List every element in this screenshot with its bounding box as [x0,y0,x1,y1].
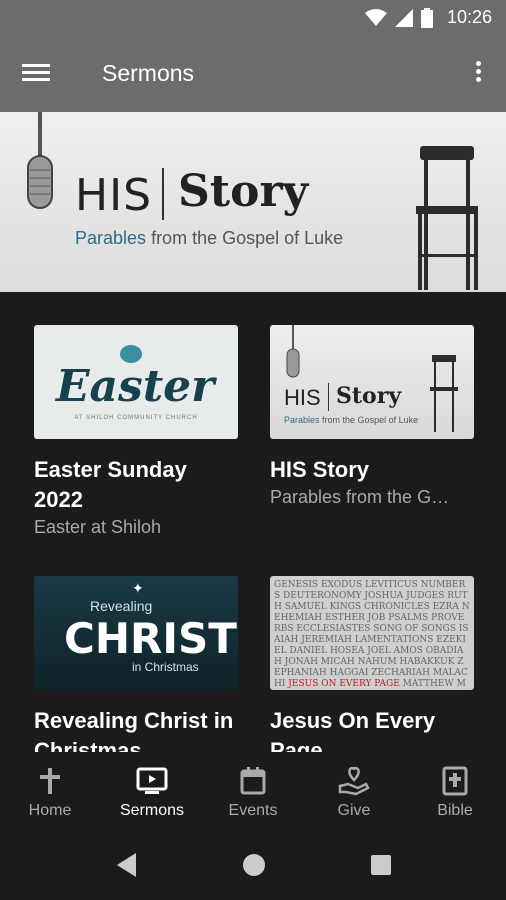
sermon-thumbnail: GENESIS EXODUS LEVITICUS NUMBERS DEUTERO… [270,576,474,690]
cross-icon [40,768,60,794]
hero-title-his: HIS [75,170,152,221]
thumb-his: HIS [284,385,321,410]
nav-label: Home [28,802,72,819]
hero-subtitle-accent: Parables [75,228,147,248]
thumb-books-old: GENESIS EXODUS LEVITICUS NUMBERS DEUTERO… [274,580,470,689]
thumb-subtitle-rest: from the Gospel of Luke [322,415,419,425]
thumb-christ: CHRIST [64,614,237,663]
sermon-subtitle: Parables from the G… [270,487,450,507]
sermon-thumbnail: Easter AT SHILOH COMMUNITY CHURCH [34,325,238,439]
system-nav-bar [0,832,506,900]
nav-events[interactable]: Events [203,766,303,820]
sermon-thumbnail: ✦ Revealing CHRIST in Christmas [34,576,238,690]
menu-icon[interactable] [22,60,58,88]
sermon-title: Easter Sunday 2022 [34,457,187,512]
battery-icon [420,7,433,28]
tv-icon [136,767,168,794]
nav-label: Give [337,802,371,819]
sermon-thumbnail: HIS Story Parables from the Gospel of Lu… [270,325,474,439]
sermon-card[interactable]: ✦ Revealing CHRIST in Christmas Revealin… [34,576,240,766]
thumb-subtitle: Parables from the Gospel of Luke [284,415,418,425]
star-icon: ✦ [132,580,144,596]
nav-label: Sermons [119,802,185,819]
nav-bible[interactable]: Bible [405,766,505,820]
chair-icon [430,355,458,432]
thumb-in-christmas: in Christmas [132,660,199,674]
thumb-bible-books: GENESIS EXODUS LEVITICUS NUMBERS DEUTERO… [274,580,470,690]
back-icon[interactable] [116,852,138,878]
nav-give[interactable]: Give [304,766,404,820]
microphone-icon [286,325,300,378]
sermon-title: HIS Story [270,457,370,482]
hero-divider [162,168,164,220]
microphone-icon [27,112,53,209]
sermon-card[interactable]: Easter AT SHILOH COMMUNITY CHURCH Easter… [34,325,240,538]
nav-sermons[interactable]: Sermons [102,766,202,820]
thumb-easter-word: Easter [56,361,215,412]
nav-home[interactable]: Home [0,766,100,820]
thumb-divider [328,383,329,411]
cell-signal-icon [394,8,413,27]
status-icons: 10:26 [364,7,492,28]
app-bar: Sermons [0,36,506,112]
thumb-subtitle-accent: Parables [284,415,320,425]
wifi-icon [364,8,387,26]
home-circle-icon[interactable] [242,852,266,878]
thumb-revealing: Revealing [90,598,153,614]
thumb-story: Story [336,383,402,409]
recents-icon[interactable] [370,852,392,878]
sermon-subtitle: Easter at Shiloh [34,517,162,537]
hero-subtitle-rest: from the Gospel of Luke [151,228,344,248]
bottom-nav: Home Sermons Events Give Bible [0,752,506,832]
calendar-icon [240,767,266,795]
sermon-card[interactable]: HIS Story Parables from the Gospel of Lu… [270,325,476,508]
sermon-card[interactable]: GENESIS EXODUS LEVITICUS NUMBERS DEUTERO… [270,576,476,766]
chair-icon [416,146,478,290]
featured-series-banner[interactable]: HIS Story Parables from the Gospel of Lu… [0,112,506,292]
give-heart-icon [338,766,370,796]
nav-label: Events [228,802,278,819]
more-options-icon[interactable] [472,58,484,90]
bible-icon [442,766,468,796]
status-time: 10:26 [446,7,492,27]
page-title: Sermons [102,60,195,86]
thumb-easter-small: AT SHILOH COMMUNITY CHURCH [74,415,198,421]
hero-title-story: Story [178,166,309,217]
nav-label: Bible [437,802,473,819]
status-bar: 10:26 [0,0,506,36]
thumb-jesus-on-every-page: JESUS ON EVERY PAGE [288,679,400,689]
hero-subtitle: Parables from the Gospel of Luke [75,228,343,249]
